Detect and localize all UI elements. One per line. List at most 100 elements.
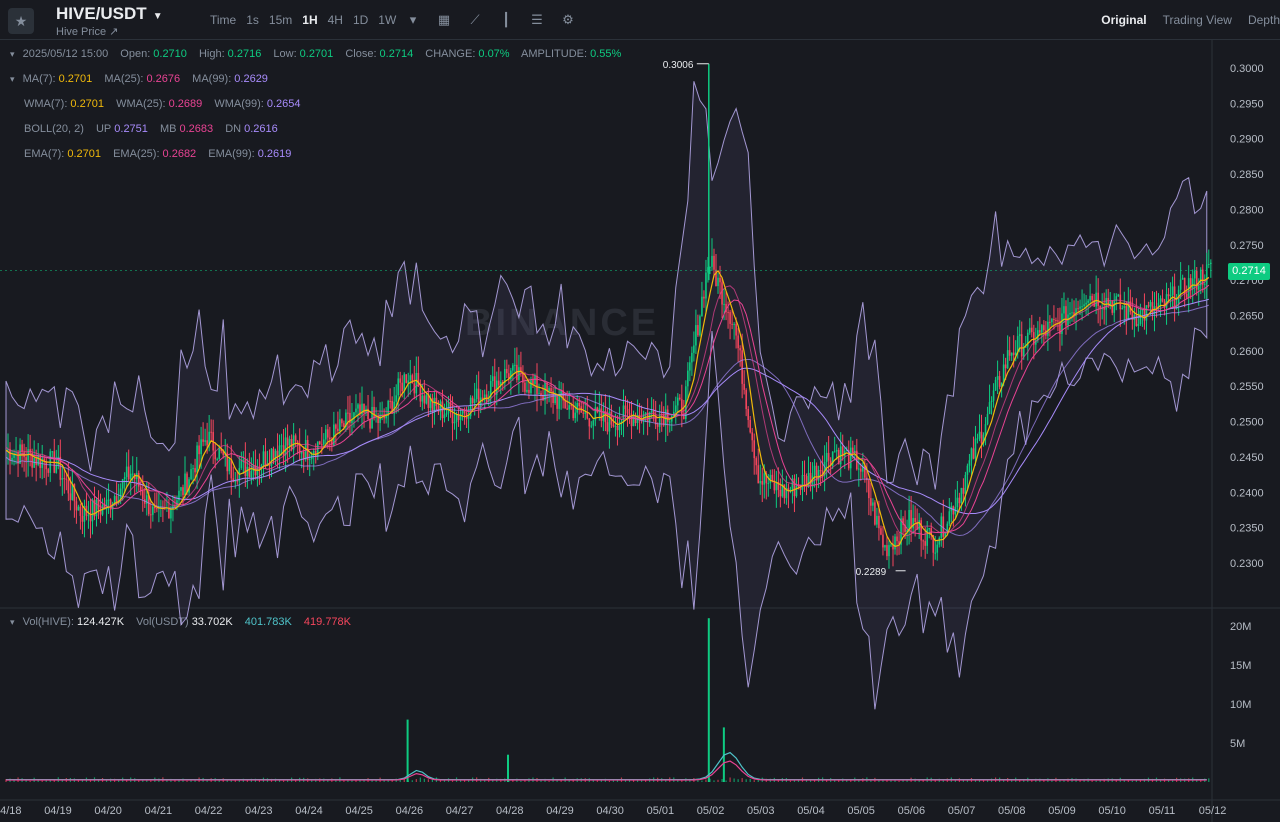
- candle-body: [156, 508, 158, 510]
- layout-icon[interactable]: ☰: [528, 11, 546, 29]
- candle-body: [425, 394, 428, 404]
- time-tick-label: 04/30: [596, 805, 624, 817]
- candle-body: [1159, 298, 1162, 303]
- interval-1s[interactable]: 1s: [246, 13, 259, 27]
- view-original[interactable]: Original: [1101, 13, 1146, 27]
- view-trading-view[interactable]: Trading View: [1163, 13, 1232, 27]
- candle-body: [1039, 330, 1041, 333]
- price-tick-label: 0.2600: [1230, 346, 1264, 358]
- candle-body: [592, 420, 595, 426]
- candle-body: [801, 474, 804, 490]
- candle-body: [343, 423, 345, 427]
- candle-type-icon[interactable]: ┃: [497, 11, 515, 29]
- volume-bar: [1131, 780, 1133, 782]
- candle-body: [335, 424, 337, 429]
- candle-body: [942, 516, 945, 537]
- price-tick-label: 0.2950: [1230, 98, 1264, 110]
- candle-body: [443, 414, 446, 419]
- candle-body: [920, 520, 922, 541]
- view-depth[interactable]: Depth: [1248, 13, 1280, 27]
- interval-1d[interactable]: 1D: [353, 13, 368, 27]
- candle-body: [514, 364, 516, 366]
- time-tick-label: 05/11: [1149, 805, 1176, 817]
- candle-body: [77, 506, 80, 511]
- candle-body: [355, 408, 357, 413]
- candle-body: [55, 465, 58, 473]
- volume-bar: [150, 780, 152, 782]
- candle-body: [860, 468, 862, 472]
- candle-body: [202, 439, 204, 442]
- candle-body: [773, 481, 776, 491]
- volume-bar: [753, 780, 755, 782]
- candle-body: [674, 405, 677, 412]
- interval-1h[interactable]: 1H: [302, 13, 317, 27]
- time-tick-label: 05/05: [847, 805, 875, 817]
- candle-body: [803, 474, 806, 477]
- candle-body: [1051, 318, 1053, 323]
- candle-body: [1012, 352, 1015, 355]
- volume-bar: [343, 780, 345, 782]
- time-tick-label: 05/12: [1199, 805, 1227, 817]
- price-chart[interactable]: 0.3000 0.2950 0.2900 0.2850 0.2800 0.2750 0.27…: [0, 40, 1280, 822]
- candle-body: [1020, 334, 1023, 357]
- subtitle-link[interactable]: Hive Price ↗: [56, 25, 118, 38]
- candle-body: [1171, 286, 1174, 295]
- volume-bar: [717, 779, 719, 782]
- candle-body: [558, 395, 560, 409]
- time-tick-label: 04/29: [546, 805, 574, 817]
- volume-bar: [411, 780, 413, 782]
- candle-body: [423, 395, 426, 404]
- star-icon[interactable]: ★: [8, 8, 34, 34]
- candle-body: [1087, 300, 1089, 303]
- candle-body: [948, 511, 951, 524]
- interval-4h[interactable]: 4H: [328, 13, 343, 27]
- candle-body: [691, 352, 693, 363]
- candle-body: [922, 540, 924, 542]
- gear-icon[interactable]: ⚙: [559, 11, 577, 29]
- candle-body: [729, 312, 731, 324]
- candle-body: [962, 487, 965, 494]
- candle-body: [614, 425, 617, 427]
- time-tick-label: 05/07: [948, 805, 976, 817]
- interval-time[interactable]: Time: [210, 13, 236, 27]
- candle-body: [683, 416, 685, 419]
- price-tick-label: 0.3000: [1230, 63, 1264, 75]
- candle-body: [1185, 293, 1188, 298]
- volume-bar: [451, 780, 454, 782]
- candle-body: [703, 296, 705, 299]
- candle-body: [1155, 306, 1158, 308]
- candle-body: [341, 419, 343, 424]
- calendar-icon[interactable]: ▦: [435, 11, 453, 29]
- candle-body: [282, 445, 285, 456]
- volume-bar: [725, 780, 727, 782]
- candle-body: [1069, 312, 1071, 315]
- volume-bar: [616, 780, 619, 782]
- candle-body: [990, 400, 993, 403]
- candle-body: [435, 397, 438, 407]
- candle-body: [717, 277, 719, 287]
- candle-body: [1123, 305, 1126, 309]
- candle-body: [240, 460, 243, 469]
- candle-body: [461, 410, 464, 415]
- candle-body: [347, 412, 349, 414]
- candle-body: [471, 397, 474, 404]
- candle-body: [286, 437, 289, 446]
- indicator-icon[interactable]: ⟋: [466, 11, 484, 29]
- time-tick-label: 04/21: [145, 805, 173, 817]
- candle-body: [129, 473, 132, 480]
- candle-body: [890, 544, 892, 546]
- candle-body: [572, 406, 575, 419]
- interval-1w[interactable]: 1W: [378, 13, 396, 27]
- candle-body: [290, 438, 293, 450]
- candle-body: [200, 439, 202, 455]
- pair-selector[interactable]: HIVE/USDT ▼: [56, 4, 163, 24]
- volume-ma-line: [6, 751, 1207, 781]
- candle-body: [1004, 364, 1007, 369]
- candle-body: [544, 382, 546, 401]
- price-tick-label: 0.2650: [1230, 311, 1264, 323]
- chevron-down-icon[interactable]: ▾: [404, 11, 422, 29]
- candle-body: [980, 431, 983, 444]
- time-tick-label: 05/01: [647, 805, 675, 817]
- candle-body: [87, 515, 90, 517]
- interval-15m[interactable]: 15m: [269, 13, 292, 27]
